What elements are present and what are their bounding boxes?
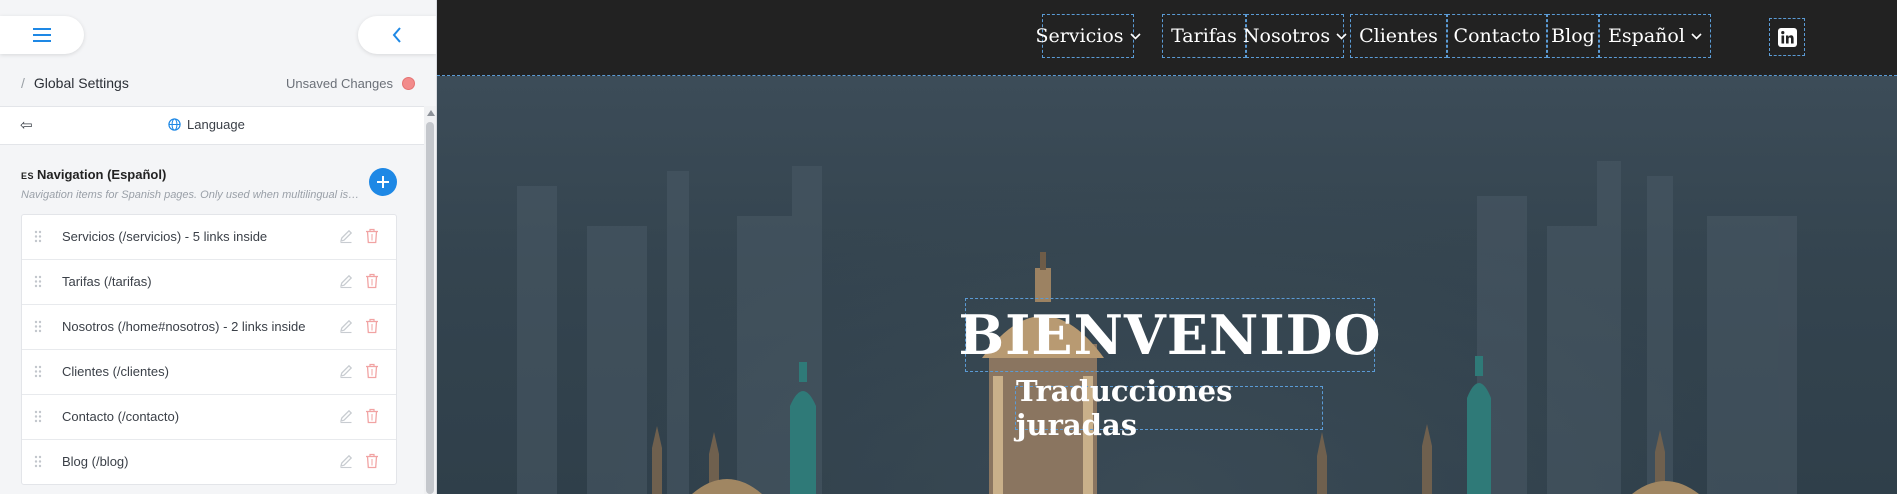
navigation-item-label: Tarifas (/tarifas) [62,274,152,289]
chevron-down-icon[interactable] [1336,32,1347,40]
trash-icon[interactable] [365,363,379,379]
scroll-up-icon[interactable] [427,110,435,116]
navigation-item-row[interactable]: Tarifas (/tarifas) [22,260,396,305]
navigation-item-label: Contacto (/contacto) [62,409,180,424]
site-nav-item[interactable]: Tarifas [1162,14,1246,58]
chevron-left-icon [392,27,401,43]
breadcrumb-separator: / [21,75,25,91]
drag-handle-icon[interactable] [34,230,42,243]
navigation-item-row[interactable]: Nosotros (/home#nosotros) - 2 links insi… [22,305,396,350]
hero-section[interactable]: BIENVENIDO Traducciones juradas [437,76,1897,494]
chevron-down-icon[interactable] [1691,32,1702,40]
unsaved-changes-indicator[interactable]: Unsaved Changes [286,76,424,91]
site-nav-label: Clientes [1359,25,1438,47]
back-arrow-icon[interactable]: ⇦ [20,116,33,134]
plus-icon [377,176,389,188]
settings-panel: / Global Settings Unsaved Changes ⇦ Lang… [0,0,437,494]
site-preview: BIENVENIDO Traducciones juradas Servicio… [437,0,1897,494]
hamburger-icon [33,28,51,42]
navigation-item-label: Clientes (/clientes) [62,364,169,379]
scrollbar-thumb[interactable] [426,122,434,494]
drag-handle-icon[interactable] [34,320,42,333]
language-header: ⇦ Language [0,106,424,145]
drag-handle-icon[interactable] [34,365,42,378]
unsaved-changes-label: Unsaved Changes [286,75,393,91]
trash-icon[interactable] [365,453,379,469]
site-nav-label: Nosotros [1242,25,1331,47]
site-nav-item[interactable]: Español [1599,14,1711,58]
navigation-item-label: Blog (/blog) [62,454,129,469]
site-nav-item[interactable]: Contacto [1447,14,1547,58]
unsaved-status-dot [402,76,415,90]
navigation-item-row[interactable]: Servicios (/servicios) - 5 links inside [22,215,396,260]
navigation-item-label: Nosotros (/home#nosotros) - 2 links insi… [62,319,306,334]
hero-subtitle[interactable]: Traducciones juradas [1015,374,1323,442]
pencil-icon[interactable] [338,363,354,379]
trash-icon[interactable] [365,318,379,334]
navigation-item-row[interactable]: Blog (/blog) [22,440,396,484]
section-title: ES Navigation (Español) [21,167,166,182]
chevron-down-icon[interactable] [1129,32,1141,40]
globe-icon [168,118,181,131]
section-description: Navigation items for Spanish pages. Only… [21,189,361,201]
pencil-icon[interactable] [338,408,354,424]
drag-handle-icon[interactable] [34,275,42,288]
site-nav-label: Tarifas [1171,25,1237,47]
breadcrumb: / Global Settings Unsaved Changes [0,66,424,100]
navigation-item-row[interactable]: Contacto (/contacto) [22,395,396,440]
language-flag: ES [21,171,35,181]
pencil-icon[interactable] [338,453,354,469]
trash-icon[interactable] [365,408,379,424]
navigation-item-label: Servicios (/servicios) - 5 links inside [62,229,268,244]
pencil-icon[interactable] [338,318,354,334]
trash-icon[interactable] [365,273,379,289]
navigation-item-row[interactable]: Clientes (/clientes) [22,350,396,395]
site-nav-item[interactable]: Servicios [1035,14,1141,58]
pencil-icon[interactable] [338,273,354,289]
language-title: Language [168,117,245,132]
site-header: Servicios Tarifas Nosotros Clientes Contacto… [437,0,1897,76]
drag-handle-icon[interactable] [34,410,42,423]
site-nav-label: Blog [1551,25,1595,47]
site-nav-label: Servicios [1035,25,1124,47]
trash-icon[interactable] [365,228,379,244]
breadcrumb-title[interactable]: Global Settings [34,75,129,91]
pencil-icon[interactable] [338,228,354,244]
add-item-button[interactable] [369,168,397,196]
hero-title[interactable]: BIENVENIDO [959,298,1380,372]
site-nav-label: Contacto [1453,25,1541,47]
drag-handle-icon[interactable] [34,455,42,468]
menu-button[interactable] [0,16,84,54]
linkedin-icon [1777,27,1797,47]
site-nav-item[interactable]: Clientes [1350,14,1447,58]
panel-scrollbar[interactable] [424,106,436,494]
linkedin-link[interactable] [1769,18,1805,56]
navigation-items-list: Servicios (/servicios) - 5 links inside T… [21,214,397,485]
site-nav-item[interactable]: Nosotros [1242,14,1347,58]
site-nav-label: Español [1608,25,1685,47]
site-nav-item[interactable]: Blog [1547,14,1599,58]
language-title-label: Language [187,117,245,132]
section-title-label: Navigation (Español) [37,167,167,182]
collapse-panel-button[interactable] [358,16,436,54]
